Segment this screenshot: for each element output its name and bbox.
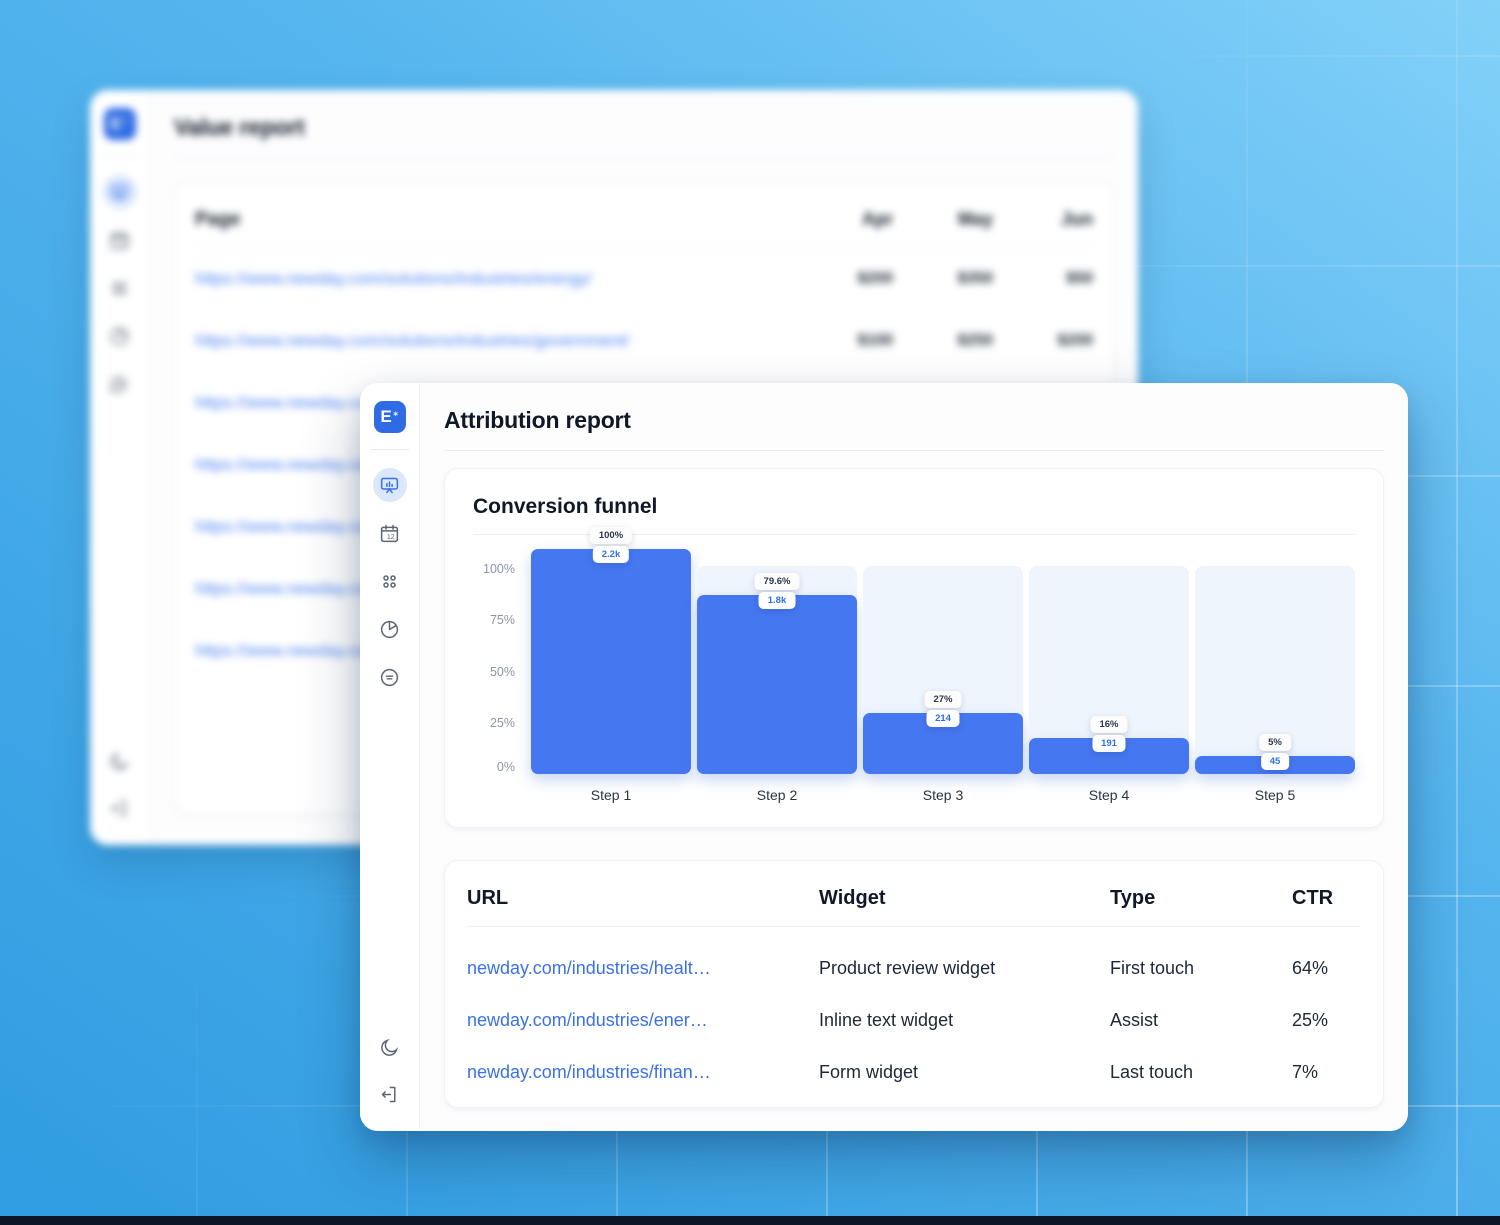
apps-grid-icon[interactable] [103,271,137,305]
url-link[interactable]: newday.com/industries/ener… [467,1010,708,1030]
url-link[interactable]: newday.com/industries/healt… [467,958,711,978]
funnel-bar[interactable] [697,595,857,774]
comments-icon[interactable] [103,367,137,401]
value-apr: $100 [793,332,893,350]
tooltip-value: 191 [1092,735,1126,752]
table-row: https://www.newday.com/solutions/industr… [195,248,1093,310]
apps-grid-icon[interactable] [373,564,407,598]
table-row: newday.com/industries/healt… Product rev… [467,958,1361,979]
tooltip-percent: 100% [590,527,632,544]
column-header-apr: Apr [793,209,893,230]
table-row: newday.com/industries/finan… Form widget… [467,1062,1361,1083]
x-axis-label: Step 4 [1029,787,1189,803]
page-url-link[interactable]: https://www.newday.com/solutions/industr… [195,331,793,351]
conversion-funnel-card: Conversion funnel 100% 75% 50% 25% 0% [444,468,1384,828]
tooltip-percent: 16% [1090,716,1127,733]
ctr-cell: 25% [1292,1010,1361,1031]
x-axis-label: Step 2 [697,787,857,803]
table-row: https://www.newday.com/solutions/industr… [195,310,1093,372]
url-link[interactable]: newday.com/industries/finan… [467,1062,711,1082]
pie-chart-icon[interactable] [373,612,407,646]
widget-cell: Product review widget [819,958,1110,979]
funnel-step-column: 27% 214 Step 3 [863,549,1023,803]
chart-title: Conversion funnel [473,495,1355,519]
front-sidebar: E∗ 12 [360,383,420,1131]
y-tick: 0% [497,760,515,774]
tooltip-value: 2.2k [593,546,630,563]
type-cell: First touch [1110,958,1292,979]
y-tick: 75% [490,613,515,627]
type-cell: Last touch [1110,1062,1292,1083]
calendar-icon[interactable]: 12 [103,223,137,257]
page-title: Attribution report [444,407,1384,434]
value-may: $350 [893,270,993,288]
column-header-jun: Jun [993,209,1093,230]
bar-tooltip: 27% 214 [924,691,961,727]
column-header-page: Page [195,209,793,231]
column-header-type: Type [1110,887,1292,910]
sidebar-divider [370,449,409,450]
funnel-step-column: 5% 45 Step 5 [1195,549,1355,803]
dark-mode-icon[interactable] [373,1030,407,1064]
tooltip-percent: 27% [924,691,961,708]
page-url-link[interactable]: https://www.newday.com/solutions/industr… [195,269,793,289]
funnel-bar[interactable] [531,549,691,774]
app-logo: E∗ [374,401,406,433]
svg-text:12: 12 [387,534,395,541]
y-axis: 100% 75% 50% 25% 0% [473,549,531,774]
x-axis-label: Step 1 [531,787,691,803]
bar-tooltip: 16% 191 [1090,716,1127,752]
value-may: $250 [893,332,993,350]
reports-icon[interactable] [373,468,407,502]
tooltip-percent: 5% [1259,734,1291,751]
y-tick: 50% [490,665,515,679]
value-jun: $200 [993,332,1093,350]
comments-icon[interactable] [373,660,407,694]
funnel-step-column: 100% 2.2k Step 1 [531,549,691,803]
tooltip-value: 1.8k [759,592,796,609]
reports-icon[interactable] [103,175,137,209]
column-header-widget: Widget [819,887,1110,910]
svg-text:12: 12 [117,241,125,248]
y-tick: 25% [490,716,515,730]
value-jun: $50 [993,270,1093,288]
column-header-ctr: CTR [1292,887,1361,910]
pie-chart-icon[interactable] [103,319,137,353]
column-header-url: URL [467,887,819,910]
calendar-icon[interactable]: 12 [373,516,407,550]
tooltip-value: 45 [1261,753,1290,770]
attribution-report-window: E∗ 12 [360,383,1408,1131]
bar-tooltip: 5% 45 [1259,734,1291,770]
dark-mode-icon[interactable] [103,744,137,778]
funnel-step-column: 16% 191 Step 4 [1029,549,1189,803]
app-logo: E∗ [104,108,136,140]
value-apr: $200 [793,270,893,288]
x-axis-label: Step 3 [863,787,1023,803]
ctr-cell: 64% [1292,958,1361,979]
tooltip-percent: 79.6% [755,573,800,590]
column-header-may: May [893,209,993,230]
logout-icon[interactable] [373,1077,407,1111]
funnel-step-column: 79.6% 1.8k Step 2 [697,549,857,803]
bar-tooltip: 100% 2.2k [590,527,632,563]
funnel-chart: 100% 75% 50% 25% 0% 100% 2.2k [473,549,1355,803]
divider [467,926,1361,927]
page-title: Value report [174,114,1114,141]
sidebar-divider [100,156,139,157]
tooltip-value: 214 [926,710,960,727]
type-cell: Assist [1110,1010,1292,1031]
back-sidebar: E∗ 12 [90,90,150,845]
table-row: newday.com/industries/ener… Inline text … [467,1010,1361,1031]
ctr-cell: 7% [1292,1062,1361,1083]
y-tick: 100% [483,562,515,576]
x-axis-label: Step 5 [1195,787,1355,803]
divider [444,450,1384,451]
logout-icon[interactable] [103,791,137,825]
attribution-table-card: URL Widget Type CTR newday.com/industrie… [444,860,1384,1108]
widget-cell: Form widget [819,1062,1110,1083]
bar-tooltip: 79.6% 1.8k [755,573,800,609]
bottom-dark-strip [0,1216,1500,1225]
widget-cell: Inline text widget [819,1010,1110,1031]
divider [174,157,1114,158]
